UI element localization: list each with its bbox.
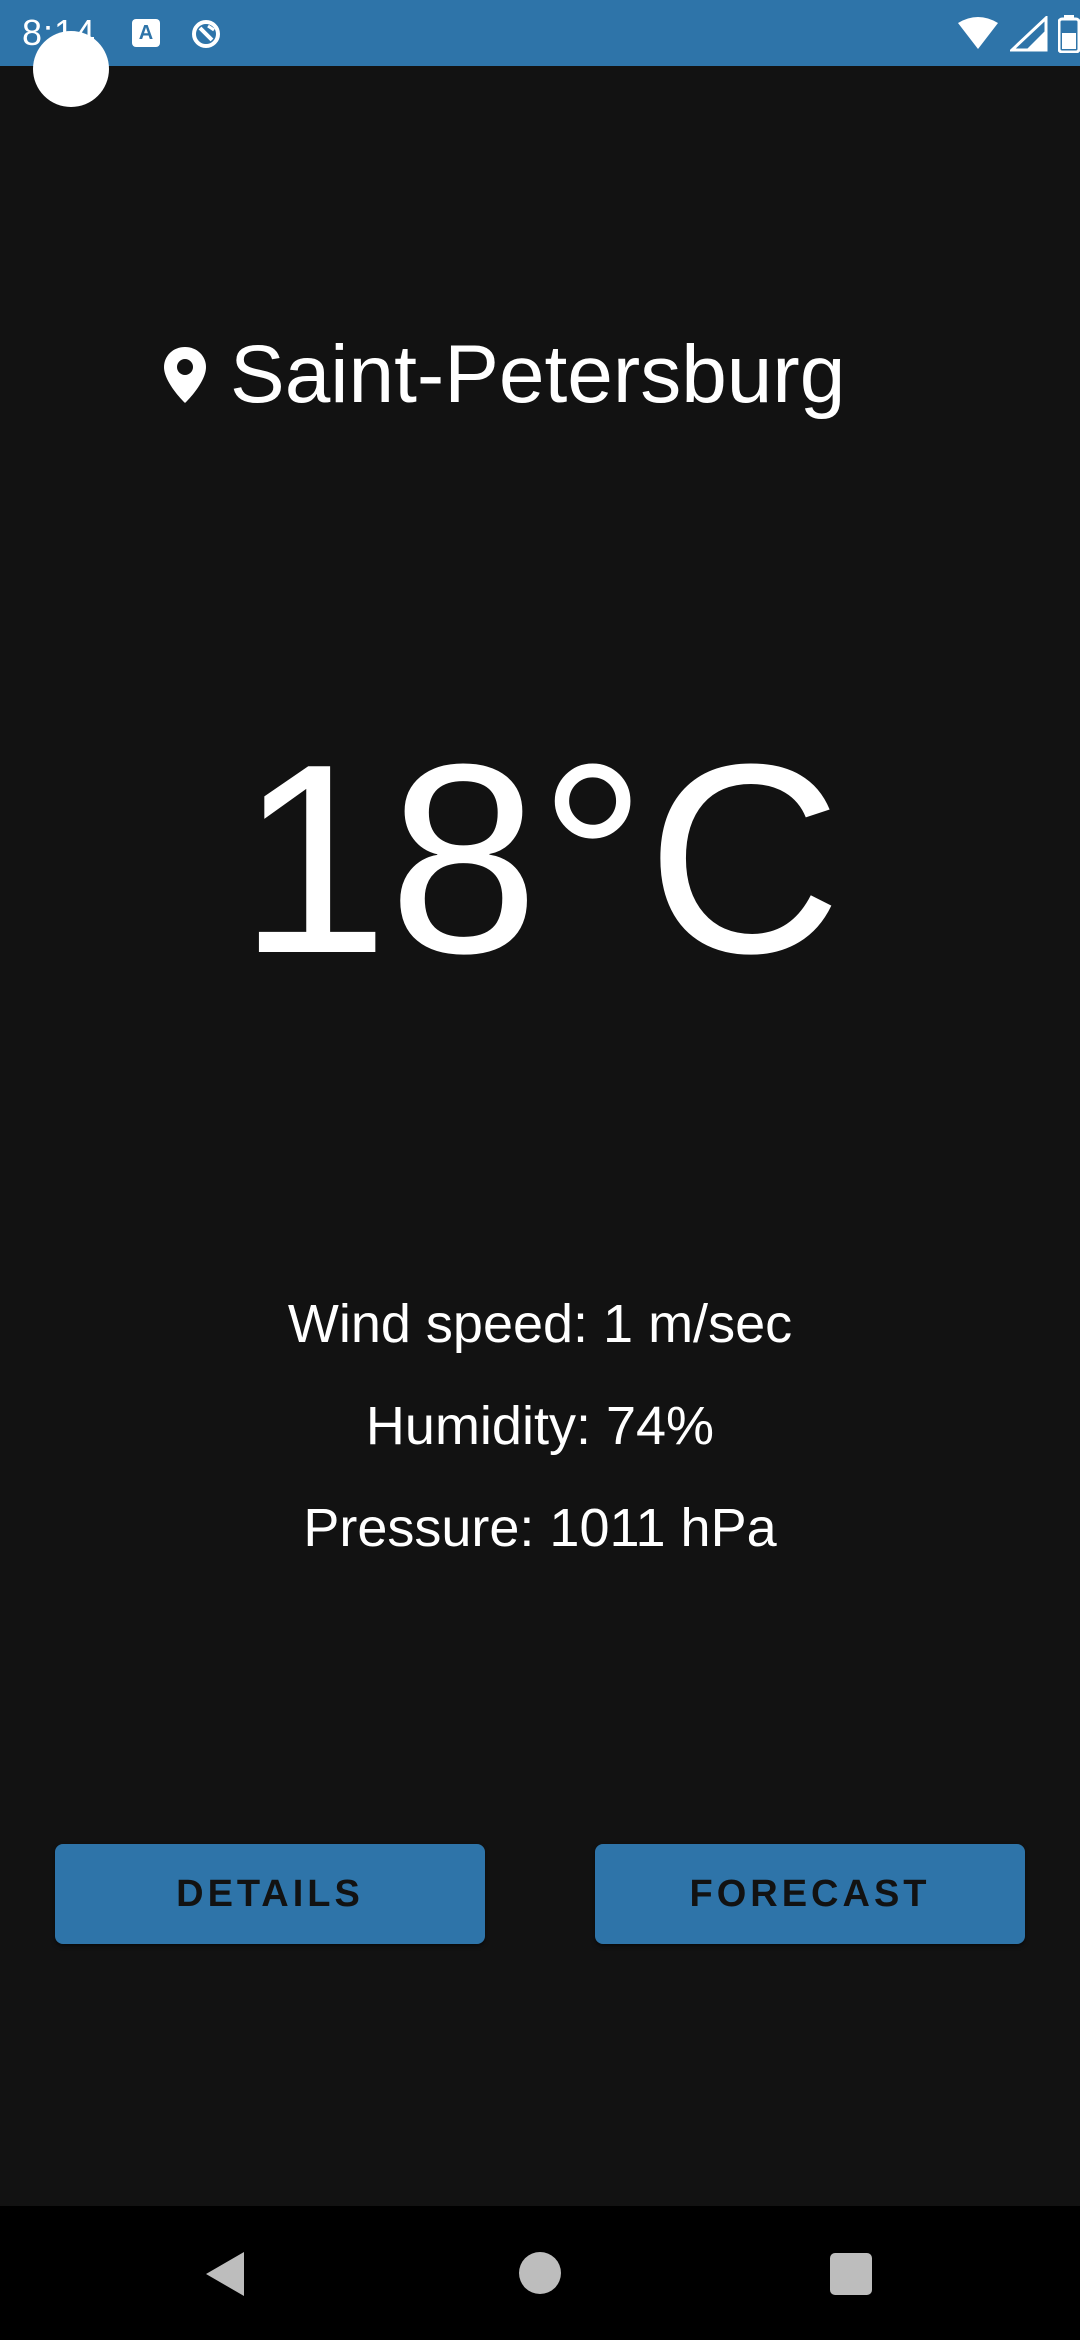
location-pin-icon — [164, 347, 206, 403]
camera-cutout — [33, 31, 109, 107]
location-header: Saint-Petersburg — [162, 320, 845, 430]
city-name: Saint-Petersburg — [230, 329, 846, 420]
a-notification-icon: A — [132, 19, 160, 47]
forecast-button[interactable]: FORECAST — [595, 1844, 1025, 1944]
home-icon[interactable] — [519, 2252, 561, 2294]
navigation-bar — [0, 2206, 1080, 2340]
pressure: Pressure: 1011 hPa — [303, 1498, 777, 1558]
status-bar: 8:14 A — [0, 0, 1080, 66]
wind-speed: Wind speed: 1 m/sec — [287, 1294, 793, 1354]
status-icons-right — [956, 14, 1080, 54]
back-icon[interactable] — [202, 2250, 248, 2298]
recents-icon[interactable] — [830, 2253, 872, 2295]
humidity: Humidity: 74% — [365, 1396, 715, 1456]
details-button[interactable]: DETAILS — [55, 1844, 485, 1944]
temperature-value: 18°C — [238, 709, 842, 1010]
wifi-icon — [958, 17, 998, 49]
battery-icon — [1058, 15, 1080, 53]
signal-icon — [1010, 16, 1048, 52]
sync-icon — [192, 20, 220, 48]
